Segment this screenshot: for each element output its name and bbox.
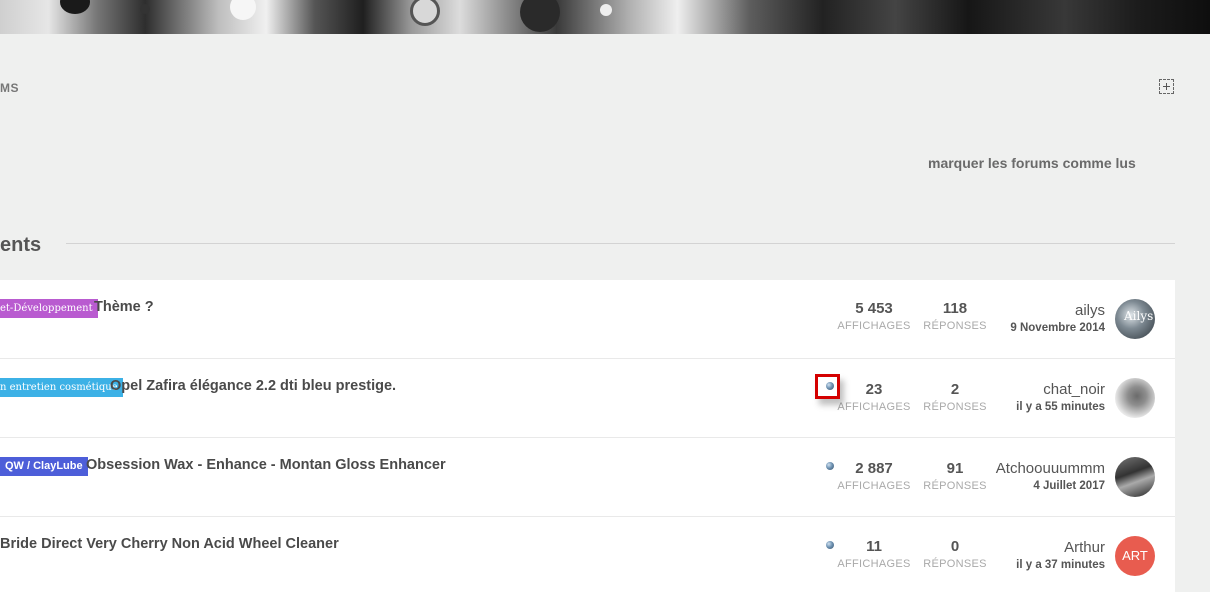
views-label: AFFICHAGES <box>837 558 911 570</box>
last-post-author-link[interactable]: Arthur <box>1016 539 1105 559</box>
last-post-info: chat_noir il y a 55 minutes <box>1016 381 1105 413</box>
last-post-date-link[interactable]: 9 Novembre 2014 <box>1010 322 1105 334</box>
last-post-date-link[interactable]: il y a 37 minutes <box>1016 559 1105 571</box>
last-post-info: ailys 9 Novembre 2014 <box>1010 302 1105 334</box>
expand-icon[interactable] <box>1159 79 1174 94</box>
last-post-date-link[interactable]: il y a 55 minutes <box>1016 401 1105 413</box>
views-stat: 2 887 AFFICHAGES <box>834 460 914 492</box>
replies-label: RÉPONSES <box>923 320 987 332</box>
unread-indicator-icon[interactable] <box>826 462 834 470</box>
topic-title-link[interactable]: Bride Direct Very Cherry Non Acid Wheel … <box>0 536 339 552</box>
avatar-text: Ailys <box>1124 309 1154 323</box>
last-post-date-link[interactable]: 4 Juillet 2017 <box>996 480 1105 492</box>
views-count: 5 453 <box>855 300 893 317</box>
topic-row: QW / ClayLube Obsession Wax - Enhance - … <box>0 438 1175 517</box>
replies-count: 2 <box>950 381 960 398</box>
replies-label: RÉPONSES <box>923 401 987 413</box>
last-post-author-link[interactable]: Atchoouuummm <box>996 460 1105 480</box>
views-stat: 11 AFFICHAGES <box>834 538 914 570</box>
topic-title-link[interactable]: Thème ? <box>94 299 154 315</box>
avatar[interactable]: Ailys <box>1115 299 1155 339</box>
unread-indicator-icon[interactable] <box>826 541 834 549</box>
replies-label: RÉPONSES <box>923 558 987 570</box>
topic-row: Bride Direct Very Cherry Non Acid Wheel … <box>0 517 1175 592</box>
last-post-author-link[interactable]: chat_noir <box>1016 381 1105 401</box>
section-title: ents <box>0 234 42 256</box>
replies-stat: 2 RÉPONSES <box>915 381 995 413</box>
views-count: 11 <box>866 538 882 555</box>
header-banner-image <box>0 0 1210 34</box>
last-post-author-link[interactable]: ailys <box>1010 302 1105 322</box>
replies-count: 118 <box>942 300 968 317</box>
topic-prefix-tag[interactable]: n entretien cosmétique <box>0 378 123 397</box>
breadcrumb[interactable]: MS <box>0 81 19 95</box>
replies-stat: 118 RÉPONSES <box>915 300 995 332</box>
last-post-info: Arthur il y a 37 minutes <box>1016 539 1105 571</box>
avatar[interactable]: ART <box>1115 536 1155 576</box>
last-post-info: Atchoouuummm 4 Juillet 2017 <box>996 460 1105 492</box>
views-label: AFFICHAGES <box>837 401 911 413</box>
mark-forums-read-link[interactable]: marquer les forums comme lus <box>928 155 1136 171</box>
topic-list: et-Développement Thème ? 5 453 AFFICHAGE… <box>0 280 1175 592</box>
views-count: 23 <box>865 381 883 398</box>
replies-stat: 0 RÉPONSES <box>915 538 995 570</box>
topic-row: n entretien cosmétique Opel Zafira éléga… <box>0 359 1175 438</box>
views-stat: 23 AFFICHAGES <box>834 381 914 413</box>
topic-title-link[interactable]: Obsession Wax - Enhance - Montan Gloss E… <box>86 457 446 473</box>
topic-prefix-tag[interactable]: QW / ClayLube <box>0 457 88 476</box>
views-label: AFFICHAGES <box>837 480 911 492</box>
highlight-box <box>815 374 840 399</box>
topic-title-link[interactable]: Opel Zafira élégance 2.2 dti bleu presti… <box>110 378 396 394</box>
replies-label: RÉPONSES <box>923 480 987 492</box>
avatar[interactable] <box>1115 457 1155 497</box>
views-stat: 5 453 AFFICHAGES <box>834 300 914 332</box>
topic-prefix-tag[interactable]: et-Développement <box>0 299 98 318</box>
views-label: AFFICHAGES <box>837 320 911 332</box>
topic-row: et-Développement Thème ? 5 453 AFFICHAGE… <box>0 280 1175 359</box>
replies-stat: 91 RÉPONSES <box>915 460 995 492</box>
views-count: 2 887 <box>855 460 893 477</box>
replies-count: 0 <box>950 538 960 555</box>
replies-count: 91 <box>946 460 964 477</box>
avatar[interactable] <box>1115 378 1155 418</box>
section-divider <box>66 243 1175 244</box>
